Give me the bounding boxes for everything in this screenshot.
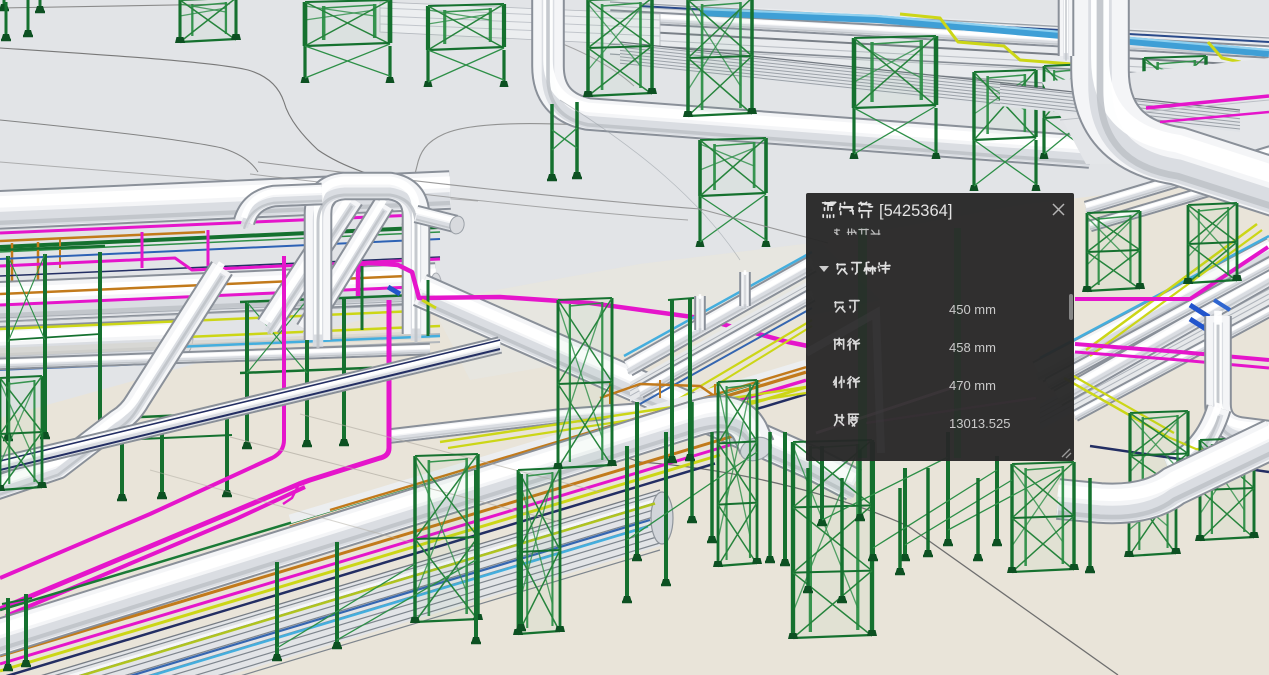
svg-text:13013.525: 13013.525 — [949, 416, 1010, 431]
svg-text:450 mm: 450 mm — [949, 302, 996, 317]
svg-text:[5425364]: [5425364] — [879, 202, 952, 220]
svg-text:458 mm: 458 mm — [949, 340, 996, 355]
svg-text:470 mm: 470 mm — [949, 378, 996, 393]
